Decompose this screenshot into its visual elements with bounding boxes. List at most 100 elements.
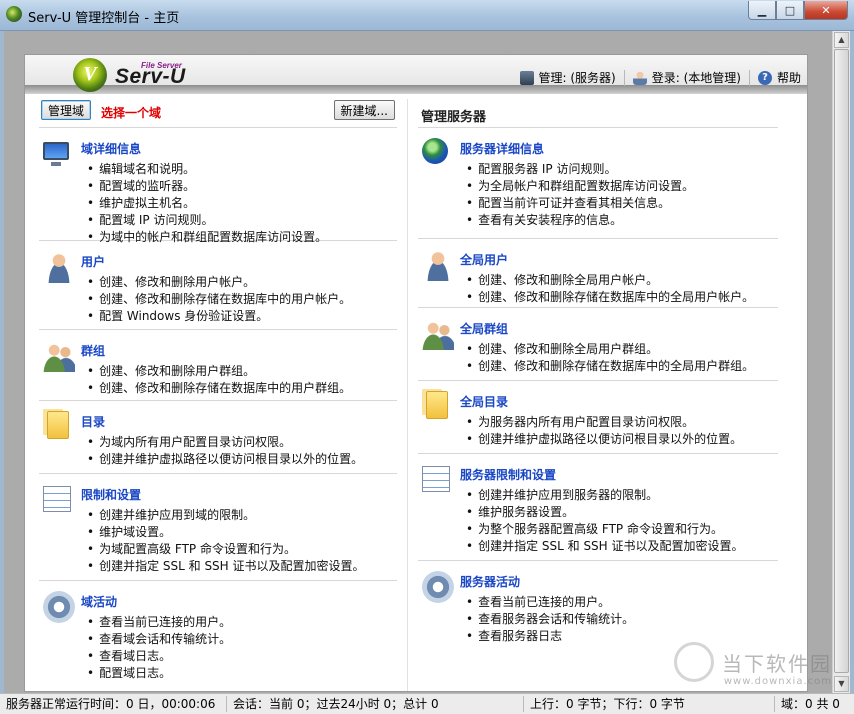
app-icon	[6, 6, 22, 22]
list-item: 维护域设置。	[87, 524, 365, 541]
logo-text: Serv-U	[115, 65, 186, 88]
list-item: 创建并指定 SSL 和 SSH 证书以及配置加密设置。	[87, 558, 364, 575]
title-bar: Serv-U 管理控制台 - 主页 ▁ □ ✕	[0, 0, 854, 31]
section-items: 查看当前已连接的用户。查看域会话和传输统计。查看域日志。配置域日志。	[87, 614, 231, 682]
section-items: 创建、修改和删除全局用户帐户。创建、修改和删除存储在数据库中的全局用户帐户。	[466, 272, 754, 306]
list-item: 创建、修改和删除用户帐户。	[87, 274, 351, 291]
vertical-scrollbar[interactable]: ▲ ▼	[832, 31, 850, 693]
user-icon	[43, 251, 75, 283]
domain-column: 管理域 选择一个域 新建域... 域详细信息编辑域名和说明。配置域的监听器。维护…	[39, 97, 397, 681]
list-item: 创建并维护应用到服务器的限制。	[466, 487, 744, 504]
list-item: 查看域会话和传输统计。	[87, 631, 231, 648]
list-item: 维护虚拟主机名。	[87, 195, 327, 212]
list-item: 配置当前许可证并查看其相关信息。	[466, 195, 694, 212]
folder-icon	[47, 411, 69, 439]
section-items: 为服务器内所有用户配置目录访问权限。创建并维护虚拟路径以便访问根目录以外的位置。	[466, 414, 742, 448]
list-item: 维护服务器设置。	[466, 504, 744, 521]
folder-icon	[426, 391, 448, 419]
scroll-up-arrow-icon[interactable]: ▲	[834, 32, 849, 48]
section-4: 限制和设置创建并维护应用到域的限制。维护域设置。为域配置高级 FTP 命令设置和…	[39, 474, 397, 581]
list-item: 配置域的监听器。	[87, 178, 327, 195]
section-3: 全局目录为服务器内所有用户配置目录访问权限。创建并维护虚拟路径以便访问根目录以外…	[418, 381, 778, 454]
scroll-thumb[interactable]	[834, 49, 849, 673]
user-icon	[632, 70, 647, 85]
section-title-link[interactable]: 全局用户	[460, 251, 508, 268]
minimize-button[interactable]: ▁	[748, 1, 776, 20]
group-icon	[422, 318, 454, 350]
section-title-link[interactable]: 目录	[81, 413, 105, 430]
section-title-link[interactable]: 服务器详细信息	[460, 140, 544, 157]
server-icon	[519, 70, 534, 85]
section-2: 全局群组创建、修改和删除全局用户群组。创建、修改和删除存储在数据库中的全局用户群…	[418, 308, 778, 381]
servu-logo-icon: V	[73, 58, 107, 92]
list-item: 查看服务器日志	[466, 628, 634, 645]
list-item: 为域配置高级 FTP 命令设置和行为。	[87, 541, 365, 558]
section-title-link[interactable]: 服务器活动	[460, 573, 520, 590]
section-title-link[interactable]: 域活动	[81, 593, 117, 610]
list-item: 配置 Windows 身份验证设置。	[87, 308, 351, 325]
section-title-link[interactable]: 服务器限制和设置	[460, 466, 556, 483]
server-header: 管理服务器	[418, 97, 778, 128]
list-item: 创建并维护虚拟路径以便访问根目录以外的位置。	[87, 451, 363, 468]
scroll-down-arrow-icon[interactable]: ▼	[834, 676, 849, 692]
section-2: 群组创建、修改和删除用户群组。创建、修改和删除存储在数据库中的用户群组。	[39, 330, 397, 401]
top-links: 管理: (服务器) 登录: (本地管理) ? 帮助	[519, 69, 801, 86]
divider	[748, 69, 750, 86]
section-items: 配置服务器 IP 访问规则。为全局帐户和群组配置数据库访问设置。配置当前许可证并…	[466, 161, 694, 229]
list-item: 为全局帐户和群组配置数据库访问设置。	[466, 178, 694, 195]
section-1: 用户创建、修改和删除用户帐户。创建、修改和删除存储在数据库中的用户帐户。配置 W…	[39, 241, 397, 330]
section-0: 域详细信息编辑域名和说明。配置域的监听器。维护虚拟主机名。配置域 IP 访问规则…	[39, 128, 397, 244]
monitor-icon	[43, 142, 69, 166]
section-title-link[interactable]: 域详细信息	[81, 140, 141, 157]
section-items: 创建、修改和删除用户群组。创建、修改和删除存储在数据库中的用户群组。	[87, 363, 351, 397]
list-item: 创建、修改和删除存储在数据库中的全局用户群组。	[466, 358, 754, 375]
maximize-button[interactable]: □	[776, 1, 804, 20]
section-title-link[interactable]: 限制和设置	[81, 486, 141, 503]
section-4: 服务器限制和设置创建并维护应用到服务器的限制。维护服务器设置。为整个服务器配置高…	[418, 454, 778, 561]
list-item: 配置域 IP 访问规则。	[87, 212, 327, 229]
list-item: 编辑域名和说明。	[87, 161, 327, 178]
section-1: 全局用户创建、修改和删除全局用户帐户。创建、修改和删除存储在数据库中的全局用户帐…	[418, 239, 778, 308]
watermark-url: www.downxia.com	[723, 676, 832, 687]
section-5: 域活动查看当前已连接的用户。查看域会话和传输统计。查看域日志。配置域日志。	[39, 581, 397, 681]
section-title-link[interactable]: 用户	[81, 253, 105, 270]
domain-header: 管理域 选择一个域 新建域...	[39, 97, 397, 128]
divider	[623, 69, 625, 86]
help-link[interactable]: ? 帮助	[757, 69, 801, 86]
login-link[interactable]: 登录: (本地管理)	[632, 69, 741, 86]
close-button[interactable]: ✕	[804, 1, 848, 20]
section-title-link[interactable]: 群组	[81, 342, 105, 359]
list-item: 为域内所有用户配置目录访问权限。	[87, 434, 363, 451]
list-item: 创建、修改和删除存储在数据库中的用户帐户。	[87, 291, 351, 308]
section-items: 创建、修改和删除用户帐户。创建、修改和删除存储在数据库中的用户帐户。配置 Win…	[87, 274, 351, 325]
gear-icon	[43, 591, 75, 623]
status-bar: 服务器正常运行时间：0 日，00:00:06 会话：当前 0；过去24小时 0；…	[0, 693, 854, 714]
help-icon: ?	[757, 70, 772, 85]
server-heading: 管理服务器	[421, 110, 487, 125]
watermark-logo-icon	[674, 642, 714, 682]
section-items: 编辑域名和说明。配置域的监听器。维护虚拟主机名。配置域 IP 访问规则。为域中的…	[87, 161, 327, 246]
manage-domain-button[interactable]: 管理域	[41, 100, 92, 120]
section-title-link[interactable]: 全局群组	[460, 320, 508, 337]
new-domain-button[interactable]: 新建域...	[333, 100, 395, 120]
section-items: 为域内所有用户配置目录访问权限。创建并维护虚拟路径以便访问根目录以外的位置。	[87, 434, 363, 468]
help-label: 帮助	[776, 71, 801, 85]
group-icon	[43, 340, 75, 372]
list-item: 创建、修改和删除用户群组。	[87, 363, 351, 380]
list-item: 查看域日志。	[87, 648, 231, 665]
server-column: 管理服务器 服务器详细信息配置服务器 IP 访问规则。为全局帐户和群组配置数据库…	[418, 97, 778, 661]
section-items: 创建并维护应用到域的限制。维护域设置。为域配置高级 FTP 命令设置和行为。创建…	[87, 507, 365, 575]
user-icon	[422, 249, 454, 281]
list-item: 创建并维护应用到域的限制。	[87, 507, 365, 524]
status-sessions: 会话：当前 0；过去24小时 0；总计 0	[227, 696, 524, 712]
manage-server-link[interactable]: 管理: (服务器)	[519, 69, 616, 86]
checklist-icon	[43, 486, 71, 512]
login-label: 登录: (本地管理)	[651, 71, 741, 85]
domain-sections: 域详细信息编辑域名和说明。配置域的监听器。维护虚拟主机名。配置域 IP 访问规则…	[39, 128, 397, 681]
list-item: 为整个服务器配置高级 FTP 命令设置和行为。	[466, 521, 744, 538]
home-page: V File Server Serv-U 管理: (服务器) 登录: (本地管理…	[24, 54, 808, 692]
watermark: 当下软件园 www.downxia.com	[674, 642, 832, 687]
select-domain-hint: 选择一个域	[101, 106, 162, 120]
section-title-link[interactable]: 全局目录	[460, 393, 508, 410]
list-item: 为服务器内所有用户配置目录访问权限。	[466, 414, 742, 431]
